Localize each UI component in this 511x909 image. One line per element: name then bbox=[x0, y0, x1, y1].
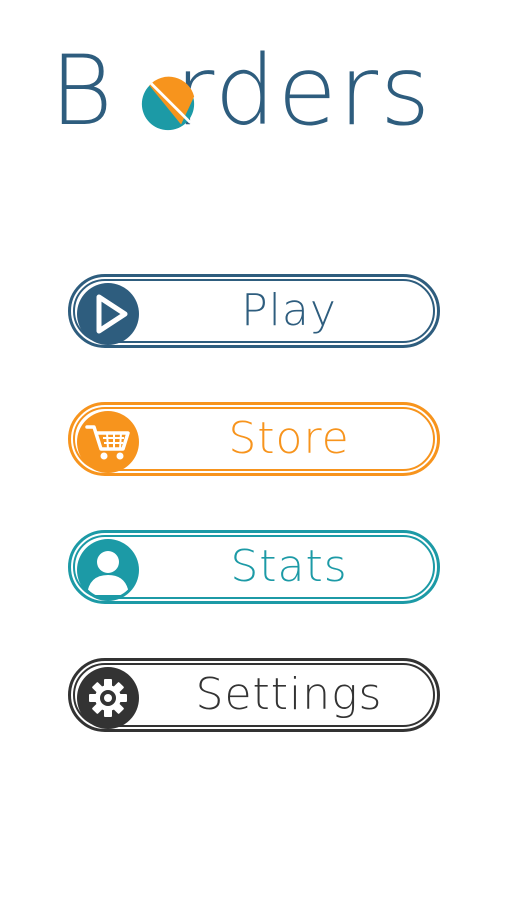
stats-button[interactable]: Stats bbox=[68, 530, 440, 604]
logo-o-icon bbox=[141, 76, 195, 131]
logo-suffix: rders bbox=[174, 35, 433, 147]
store-button[interactable]: Store bbox=[68, 402, 440, 476]
play-button-label: Play bbox=[241, 285, 337, 336]
play-button[interactable]: Play bbox=[68, 274, 440, 348]
play-icon bbox=[77, 283, 139, 345]
shopping-cart-icon bbox=[77, 411, 139, 473]
stats-button-label: Stats bbox=[230, 541, 348, 592]
settings-button[interactable]: Settings bbox=[68, 658, 440, 732]
gear-icon bbox=[77, 667, 139, 729]
user-icon bbox=[77, 539, 139, 601]
settings-button-label: Settings bbox=[195, 669, 383, 720]
app-logo: Brders bbox=[50, 36, 470, 151]
store-button-label: Store bbox=[228, 413, 350, 464]
logo-prefix: B bbox=[50, 35, 115, 147]
